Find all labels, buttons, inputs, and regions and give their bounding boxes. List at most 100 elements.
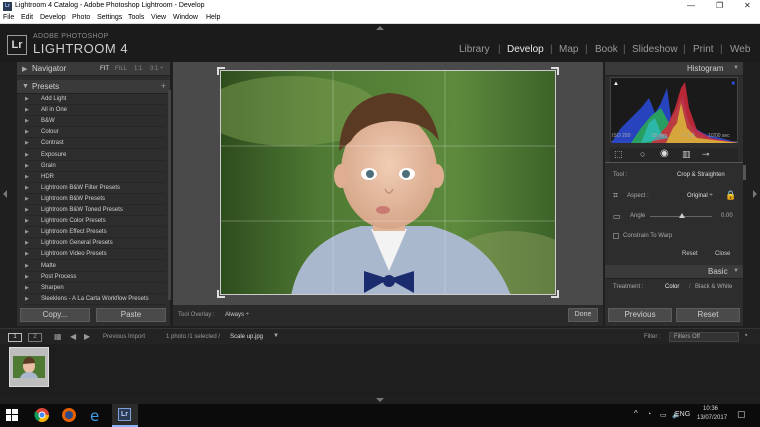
treatment-color[interactable]: Color [665,284,679,290]
module-slideshow[interactable]: Slideshow [632,44,678,55]
clock-date[interactable]: 13/07/2017 [697,415,727,421]
preset-folder[interactable]: ▶ Post Process [25,272,165,283]
menu-help[interactable]: Help [206,14,220,21]
presets-scrollbar[interactable] [168,90,171,300]
adjustment-brush-icon[interactable]: ⊸ [702,149,710,160]
preset-folder[interactable]: ▶ Lightroom B&W Filter Presets [25,183,165,194]
basic-header[interactable]: Basic ▼ [605,265,743,279]
secondary-window-button[interactable]: 2 [28,333,42,342]
preset-folder[interactable]: ▶ Contrast [25,138,165,150]
tool-overlay-select[interactable]: Always ÷ [225,312,249,318]
input-language[interactable]: ENG [675,411,690,418]
clock-time[interactable]: 10:36 [703,406,718,412]
back-arrow-icon[interactable]: ◀ [70,332,76,341]
menu-file[interactable]: File [3,14,14,21]
chrome-icon[interactable] [34,407,50,423]
lock-icon[interactable]: 🔒 [725,190,736,201]
menu-develop[interactable]: Develop [40,14,66,21]
filter-select[interactable]: Filters Off [669,332,739,342]
copy-settings-button[interactable]: Copy... [20,308,90,322]
preset-folder[interactable]: ▶ Grain [25,161,165,172]
firefox-icon[interactable] [61,407,77,423]
module-develop[interactable]: Develop [507,44,544,55]
done-button[interactable]: Done [568,308,598,322]
red-eye-icon[interactable]: ◉ [660,148,669,159]
close-icon[interactable]: ✕ [744,1,751,10]
histogram-header[interactable]: Histogram ▼ [605,62,743,76]
zoom-1-1[interactable]: 1:1 [134,66,142,72]
crop-handle-top-left[interactable] [217,67,225,75]
preset-folder[interactable]: ▶ Exposure [25,150,165,161]
aspect-crop-icon[interactable]: ⌗ [613,190,618,201]
menu-photo[interactable]: Photo [72,14,90,21]
paste-settings-button[interactable]: Paste [96,308,166,322]
graduated-filter-icon[interactable]: ▥ [682,149,691,160]
presets-header[interactable]: ▼ Presets + [17,80,170,94]
preset-folder[interactable]: ▶ B&W [25,116,165,128]
collapse-left-panel-icon[interactable] [3,190,7,198]
crop-tool-icon[interactable]: ⬚ [614,149,623,160]
module-book[interactable]: Book [595,44,618,55]
preset-folder[interactable]: ▶ Add Light [25,94,165,105]
windows-start-icon[interactable] [6,409,18,421]
zoom-fit[interactable]: FIT [100,66,109,72]
module-print[interactable]: Print [693,44,714,55]
previous-button[interactable]: Previous [608,308,672,322]
module-map[interactable]: Map [559,44,578,55]
preset-folder[interactable]: ▶ Matte [25,261,165,272]
crop-reset-button[interactable]: Reset [682,251,698,257]
highlight-clipping-icon[interactable]: ■ [731,81,735,87]
preset-folder[interactable]: ▶ Sleeklens - A La Carta Workflow Presets [25,294,165,305]
add-preset-icon[interactable]: + [161,81,166,91]
module-web[interactable]: Web [730,44,750,55]
angle-value[interactable]: 0.00 [721,213,733,219]
collapse-right-panel-icon[interactable] [753,190,757,198]
module-library[interactable]: Library [459,44,490,55]
filmstrip-thumbnail[interactable] [9,347,49,387]
preset-folder[interactable]: ▶ Lightroom B&W Presets [25,194,165,205]
restore-icon[interactable]: ❐ [716,1,723,10]
aspect-select[interactable]: Original ÷ [687,193,713,199]
tray-expand-icon[interactable]: ^ [634,409,638,418]
constrain-checkbox[interactable] [613,233,619,239]
battery-icon[interactable]: ▭ [660,411,667,419]
grid-view-icon[interactable]: ▦ [54,332,62,341]
angle-slider-thumb[interactable] [679,213,685,218]
reset-button[interactable]: Reset [676,308,740,322]
crop-handle-top-right[interactable] [551,67,559,75]
navigator-header[interactable]: ▶ Navigator FIT FILL 1:1 3:1 ÷ [17,62,170,76]
preset-folder[interactable]: ▶ Sharpen [25,283,165,294]
primary-window-button[interactable]: 1 [8,333,22,342]
preset-folder[interactable]: ▶ Lightroom Effect Presets [25,227,165,239]
preset-folder[interactable]: ▶ Colour [25,127,165,139]
filename-label[interactable]: Scale up.jpg [230,334,263,340]
filter-lock-icon[interactable]: ▪ [745,332,747,339]
collapse-filmstrip-icon[interactable] [376,398,384,402]
menu-window[interactable]: Window [173,14,198,21]
preset-folder[interactable]: ▶ Lightroom Color Presets [25,216,165,228]
forward-arrow-icon[interactable]: ▶ [84,332,90,341]
crop-close-button[interactable]: Close [715,251,730,257]
right-panel-scrollbar[interactable] [743,165,746,180]
crop-handle-bottom-right[interactable] [551,290,559,298]
menu-settings[interactable]: Settings [97,14,122,21]
previous-import-source[interactable]: Previous Import [103,334,145,340]
edge-icon[interactable]: e [88,407,104,425]
treatment-bw[interactable]: Black & White [695,284,732,290]
notifications-icon[interactable]: ▢ [737,409,746,420]
lightroom-taskbar-button[interactable]: Lr [112,404,138,427]
preset-folder[interactable]: ▶ Lightroom General Presets [25,238,165,250]
photo-preview[interactable] [220,70,556,295]
menu-view[interactable]: View [151,14,166,21]
spot-removal-icon[interactable]: ○ [640,149,645,159]
minimize-icon[interactable]: — [687,1,695,10]
collapse-top-panel-icon[interactable] [376,26,384,30]
menu-edit[interactable]: Edit [21,14,33,21]
zoom-fill[interactable]: FILL [115,66,127,72]
crop-handle-bottom-left[interactable] [217,290,225,298]
network-icon[interactable]: ◔ [647,411,651,418]
filename-dropdown-icon[interactable]: ▼ [273,333,279,339]
preset-folder[interactable]: ▶ Lightroom Video Presets [25,249,165,261]
preset-folder[interactable]: ▶ HDR [25,172,165,183]
zoom-custom[interactable]: 3:1 ÷ [150,66,163,72]
